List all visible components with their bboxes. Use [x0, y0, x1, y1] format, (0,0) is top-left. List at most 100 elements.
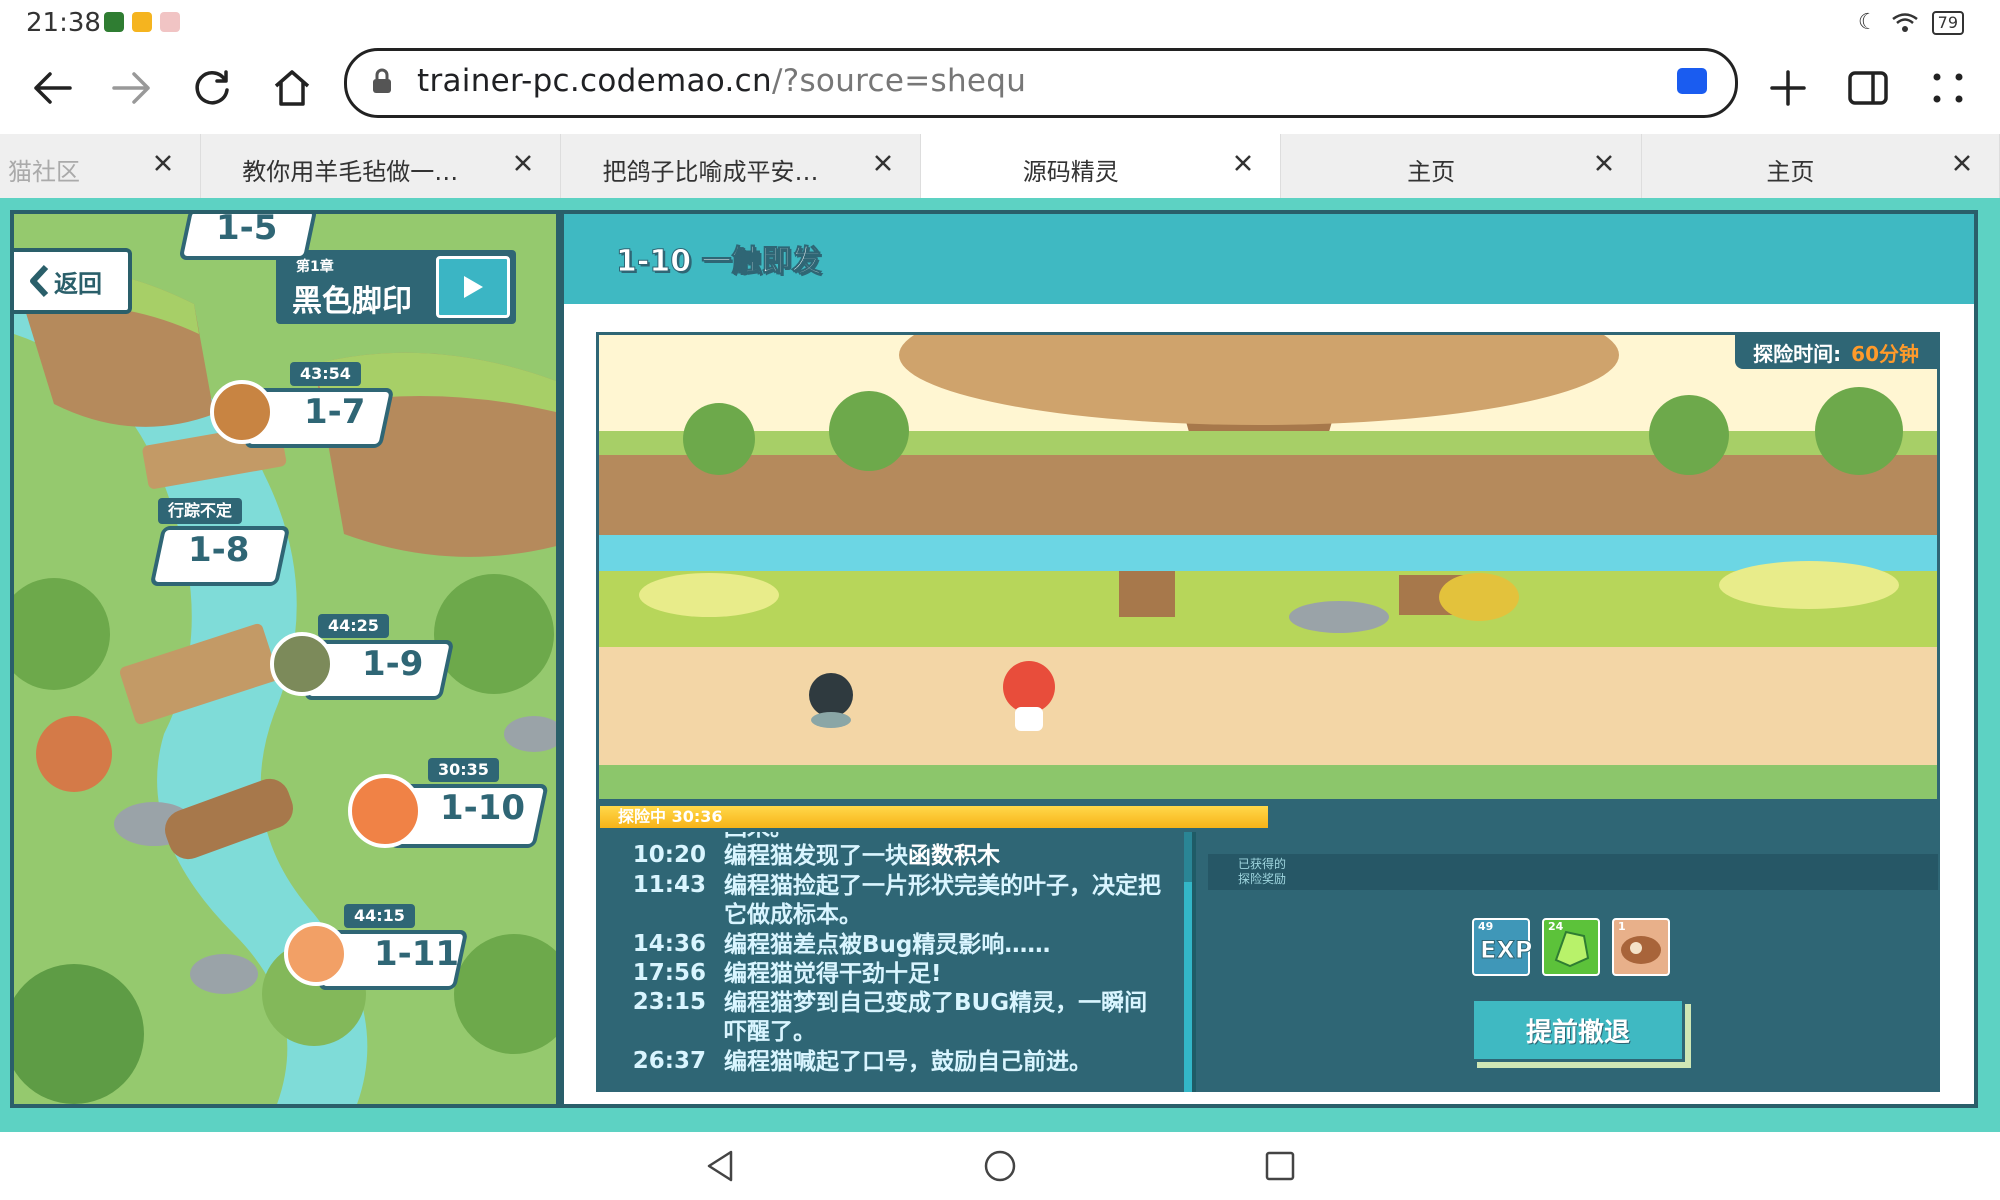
bottom-panel: 探险中 30:36 回来。 10:20 编程猫发现了一块函数积木 11:43 编… — [596, 802, 1940, 1092]
tab-cat-community[interactable]: 猫社区 — [0, 134, 201, 198]
back-label: 返回 — [54, 269, 102, 298]
menu-button[interactable] — [1920, 60, 1976, 116]
level-node-1-5[interactable]: 1-5 — [178, 214, 324, 260]
scene-illustration — [599, 335, 1937, 799]
progress-bar: 探险中 30:36 — [596, 802, 1940, 832]
circle-home-icon — [984, 1150, 1016, 1182]
log-text: 编程猫差点被Bug精灵影响…… — [724, 932, 1051, 958]
close-icon — [154, 155, 171, 171]
chapter-map: 返回 第1章 黑色脚印 1-5 43:54 1-7 行踪不定 1-8 44:25… — [10, 210, 560, 1108]
level-node-1-9[interactable]: 44:25 1-9 — [270, 614, 470, 714]
moon-icon: ☾ — [1857, 10, 1878, 35]
node-timer: 44:25 — [318, 614, 389, 638]
play-icon — [464, 276, 483, 298]
wifi-icon — [1891, 12, 1918, 32]
tab-label: 教你用羊毛毡做一… — [242, 158, 459, 186]
chapter-name: 黑色脚印 — [292, 284, 412, 319]
close-tab-button[interactable] — [1589, 148, 1619, 178]
tab-home-2[interactable]: 主页 — [1641, 134, 2000, 198]
rewards-label: 已获得的 探险奖励 — [1208, 854, 1938, 890]
node-label: 1-11 — [374, 934, 460, 974]
log-text: 编程猫喊起了口号，鼓励自己前进。 — [724, 1049, 1092, 1075]
gift-app-icon — [160, 12, 180, 32]
dots-grid-icon — [1933, 73, 1963, 103]
url-text[interactable]: trainer-pc.codemao.cn/?source=shequ — [417, 63, 1026, 99]
forward-arrow-button[interactable] — [104, 60, 160, 116]
home-button[interactable] — [264, 60, 320, 116]
rewards-area: 已获得的 探险奖励 49 EXP 24 1 提前撤退 — [1196, 832, 1940, 1092]
close-icon — [1954, 155, 1970, 171]
close-icon — [1235, 155, 1252, 171]
level-node-1-11[interactable]: 44:15 1-11 — [284, 904, 484, 1004]
log-text: 编程猫梦到自己变成了BUG精灵，一瞬间吓醒了。 — [724, 990, 1148, 1045]
close-tab-button[interactable] — [1947, 148, 1977, 178]
forward-arrow-icon — [112, 72, 150, 104]
panel-header: 1-10 一触即发 — [564, 214, 1974, 304]
explore-time-value: 60分钟 — [1851, 341, 1919, 366]
node-timer: 43:54 — [290, 362, 361, 386]
adventure-log[interactable]: 回来。 10:20 编程猫发现了一块函数积木 11:43 编程猫捡起了一片形状完… — [596, 832, 1186, 1092]
nav-back-button[interactable] — [700, 1146, 740, 1186]
reload-button[interactable] — [184, 60, 240, 116]
level-node-1-7[interactable]: 43:54 1-7 — [210, 362, 410, 462]
address-bar[interactable]: trainer-pc.codemao.cn/?source=shequ — [344, 48, 1738, 118]
tab-label: 源码精灵 — [1022, 158, 1119, 186]
triangle-back-icon — [707, 1150, 733, 1182]
log-scrollbar-thumb[interactable] — [1184, 882, 1192, 1092]
close-tab-button[interactable] — [868, 148, 898, 178]
log-highlight: 函数积木 — [908, 843, 1000, 869]
cookie-icon — [1621, 936, 1661, 964]
tab-home-1[interactable]: 主页 — [1281, 134, 1642, 198]
home-icon — [274, 70, 310, 106]
chapter-play-button[interactable] — [436, 256, 510, 318]
nav-home-button[interactable] — [980, 1146, 1020, 1186]
reward-exp[interactable]: 49 EXP — [1472, 918, 1533, 976]
sidebar-toggle-button[interactable] — [1840, 60, 1896, 116]
close-icon — [1595, 155, 1612, 171]
back-button[interactable]: 返回 — [14, 248, 132, 314]
level-panel: 1-10 一触即发 探险时间: 60分钟 探险中 30:36 10:20 编程猫… — [560, 210, 1978, 1108]
status-bar: 21:38 ☾ 79 — [0, 0, 2000, 46]
progress-text: 探险中 30:36 — [618, 807, 723, 826]
log-time: 17:56 — [632, 960, 706, 986]
cat-avatar — [348, 774, 422, 848]
explore-time-badge: 探险时间: 60分钟 — [1735, 335, 1937, 369]
log-time: 26:37 — [632, 1048, 706, 1074]
exp-caption: EXP — [1480, 936, 1533, 965]
screencast-icon[interactable] — [1677, 68, 1707, 94]
close-tab-button[interactable] — [148, 148, 178, 178]
tab-label: 把鸽子比喻成平安… — [602, 158, 819, 186]
level-title: 1-10 一触即发 — [616, 244, 823, 280]
notification-icons — [104, 12, 180, 32]
retreat-button[interactable]: 提前撤退 — [1471, 998, 1685, 1062]
reward-crystal[interactable]: 24 — [1542, 918, 1600, 976]
chapter-banner: 第1章 黑色脚印 — [276, 250, 516, 324]
close-tab-button[interactable] — [1228, 148, 1258, 178]
browser-toolbar: trainer-pc.codemao.cn/?source=shequ — [0, 46, 2000, 136]
close-tab-button[interactable] — [508, 148, 538, 178]
reward-cookie[interactable]: 1 — [1612, 918, 1670, 976]
node-label: 1-7 — [304, 392, 366, 432]
sidebar-icon — [1848, 71, 1888, 105]
cat-avatar — [270, 632, 334, 696]
shield-app-icon — [132, 12, 152, 32]
cat-avatar — [284, 922, 348, 986]
log-text: 编程猫发现了一块函数积木 — [724, 843, 1000, 869]
new-tab-button[interactable] — [1760, 60, 1816, 116]
log-time: 10:20 — [632, 842, 706, 868]
cat-avatar — [210, 380, 274, 444]
back-arrow-button[interactable] — [24, 60, 80, 116]
level-node-1-8[interactable]: 行踪不定 1-8 — [148, 498, 308, 598]
nav-recents-button[interactable] — [1260, 1146, 1300, 1186]
lock-icon — [373, 68, 391, 93]
tab-felt-tutorial[interactable]: 教你用羊毛毡做一… — [200, 134, 561, 198]
plus-icon — [1770, 70, 1806, 106]
exploration-scene: 探险时间: 60分钟 — [596, 332, 1940, 802]
tab-label: 主页 — [1766, 158, 1815, 186]
tab-source-sprite[interactable]: 源码精灵 — [921, 134, 1282, 198]
status-time: 21:38 — [26, 8, 101, 38]
tab-pigeon[interactable]: 把鸽子比喻成平安… — [560, 134, 922, 198]
tab-label: 主页 — [1407, 158, 1456, 186]
battery-icon: 79 — [1931, 10, 1964, 35]
level-node-1-10[interactable]: 30:35 1-10 — [348, 758, 556, 868]
